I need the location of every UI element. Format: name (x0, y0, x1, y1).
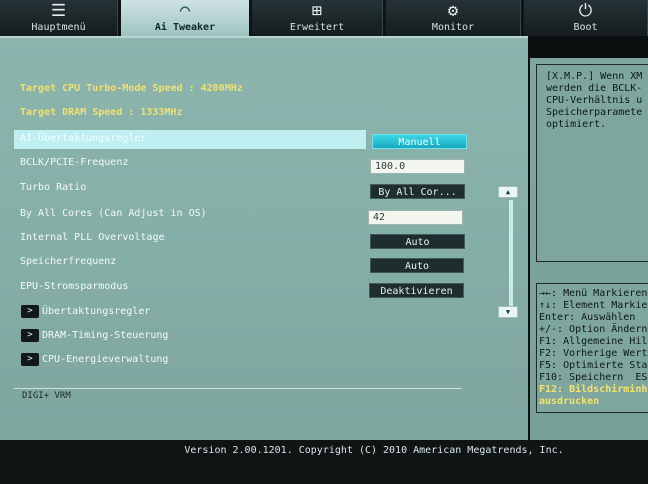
epu-power-saving-value-button[interactable]: Deaktivieren (369, 283, 464, 298)
setting-label-pll-overvoltage: Internal PLL Overvoltage (20, 232, 165, 243)
submenu-dram-timing[interactable]: DRAM-Timing-Steuerung (42, 330, 168, 341)
tab-boot[interactable]: ⏻ Boot (524, 0, 648, 36)
setting-label-all-cores: By All Cores (Can Adjust in OS) (20, 208, 207, 219)
setting-label-turbo-ratio: Turbo Ratio (20, 182, 87, 193)
advanced-icon: ⊞ (311, 1, 323, 21)
setting-row-ai-overclock[interactable]: AI-Übertaktungsregler (14, 130, 366, 149)
tab-monitor[interactable]: ⚙ Monitor (386, 0, 521, 36)
ai-overclock-value-button[interactable]: Manuell (372, 134, 467, 149)
setting-label-bclk: BCLK/PCIE-Frequenz (20, 157, 129, 168)
monitor-icon: ⚙ (447, 1, 459, 21)
help-text-box: [X.M.P.] Wenn XM werden die BCLK- CPU-Ve… (536, 64, 648, 262)
cpu-turbo-speed-info: Target CPU Turbo-Mode Speed : 4200MHz (20, 83, 243, 94)
setting-label-memory-frequency: Speicherfrequenz (20, 256, 117, 267)
menu-list-icon: ☰ (50, 1, 67, 21)
scroll-down-button[interactable]: ▼ (498, 306, 518, 318)
submenu-overclock-tuner[interactable]: Übertaktungsregler (42, 306, 150, 317)
tab-label: Hauptmenü (31, 22, 86, 33)
memory-frequency-value-button[interactable]: Auto (370, 258, 464, 273)
key-hint: F10: Speichern ES (539, 372, 648, 383)
chevron-right-icon: > (21, 353, 39, 366)
scroll-up-button[interactable]: ▲ (498, 186, 518, 198)
all-cores-ratio-input[interactable]: 42 (368, 210, 463, 225)
key-hint: F5: Optimierte Sta (539, 360, 648, 371)
copyright-text: Version 2.00.1201. Copyright (C) 2010 Am… (184, 445, 564, 456)
tab-label: Monitor (431, 22, 475, 33)
digi-vrm-label[interactable]: DIGI+ VRM (22, 391, 71, 401)
pll-overvoltage-value-button[interactable]: Auto (370, 234, 465, 249)
key-hint: F2: Vorherige Wert (539, 348, 648, 359)
tab-label: Ai Tweaker (154, 22, 216, 33)
dram-speed-info: Target DRAM Speed : 1333MHz (20, 107, 183, 118)
chevron-right-icon: > (21, 329, 39, 342)
key-hint: F1: Allgemeine Hil (539, 336, 648, 347)
tab-ai-tweaker[interactable]: ◠ Ai Tweaker (121, 0, 249, 36)
tab-erweitert[interactable]: ⊞ Erweitert (252, 0, 383, 36)
tab-hauptmenu[interactable]: ☰ Hauptmenü (0, 0, 118, 36)
key-hint-highlight: F12: Bildschirminh (539, 384, 648, 395)
tab-label: Boot (573, 22, 598, 33)
key-hint: ↑↓: Element Markie (539, 300, 648, 311)
scrollbar-track[interactable] (509, 200, 513, 306)
tab-label: Erweitert (289, 22, 345, 33)
divider (14, 388, 462, 389)
key-hint: Enter: Auswählen (539, 312, 636, 323)
key-hint: →←: Menü Markieren (539, 288, 648, 299)
key-hint: +/-: Option Ändern (539, 324, 648, 335)
power-icon: ⏻ (578, 1, 593, 21)
tweaker-icon: ◠ (179, 1, 191, 21)
turbo-ratio-value-button[interactable]: By All Cor... (370, 184, 465, 199)
key-legend: →←: Menü Markieren ↑↓: Element Markie En… (536, 283, 648, 413)
submenu-cpu-power-management[interactable]: CPU-Energieverwaltung (42, 354, 168, 365)
chevron-right-icon: > (21, 305, 39, 318)
setting-label: AI-Übertaktungsregler (20, 133, 147, 144)
bclk-frequency-input[interactable]: 100.0 (370, 159, 465, 174)
key-hint-highlight: ausdrucken (539, 396, 600, 407)
tab-bar: ☰ Hauptmenü ◠ Ai Tweaker ⊞ Erweitert ⚙ M… (0, 0, 648, 36)
setting-label-epu-power-saving: EPU-Stromsparmodus (20, 281, 129, 292)
